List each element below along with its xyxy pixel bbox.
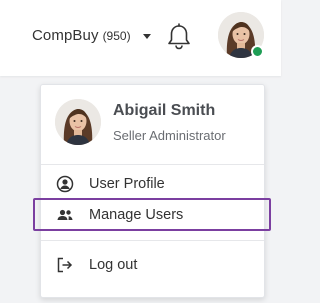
bell-icon[interactable] [166, 23, 192, 51]
user-avatar-button[interactable] [218, 12, 264, 58]
menu-item-manage-users[interactable]: Manage Users [41, 200, 264, 230]
menu-divider [41, 164, 264, 165]
menu-divider [41, 240, 264, 241]
top-header: CompBuy (950) [0, 0, 281, 76]
profile-role: Seller Administrator [113, 128, 226, 143]
caret-down-icon [142, 33, 151, 39]
avatar [55, 99, 101, 145]
menu-item-log-out[interactable]: Log out [41, 250, 264, 280]
menu-item-user-profile[interactable]: User Profile [41, 169, 264, 199]
company-name: CompBuy [32, 27, 99, 44]
profile-name: Abigail Smith [113, 102, 216, 119]
logout-icon [56, 256, 74, 274]
users-icon [56, 206, 74, 224]
profile-summary: Abigail Smith Seller Administrator [55, 99, 226, 145]
company-selector[interactable]: CompBuy (950) [32, 27, 151, 44]
menu-item-label: User Profile [89, 176, 165, 192]
user-circle-icon [56, 175, 74, 193]
user-dropdown-menu: Abigail Smith Seller Administrator User … [40, 84, 265, 298]
company-count: (950) [102, 28, 131, 43]
online-status-dot [251, 45, 264, 58]
menu-item-label: Manage Users [89, 207, 184, 223]
menu-item-label: Log out [89, 257, 138, 273]
